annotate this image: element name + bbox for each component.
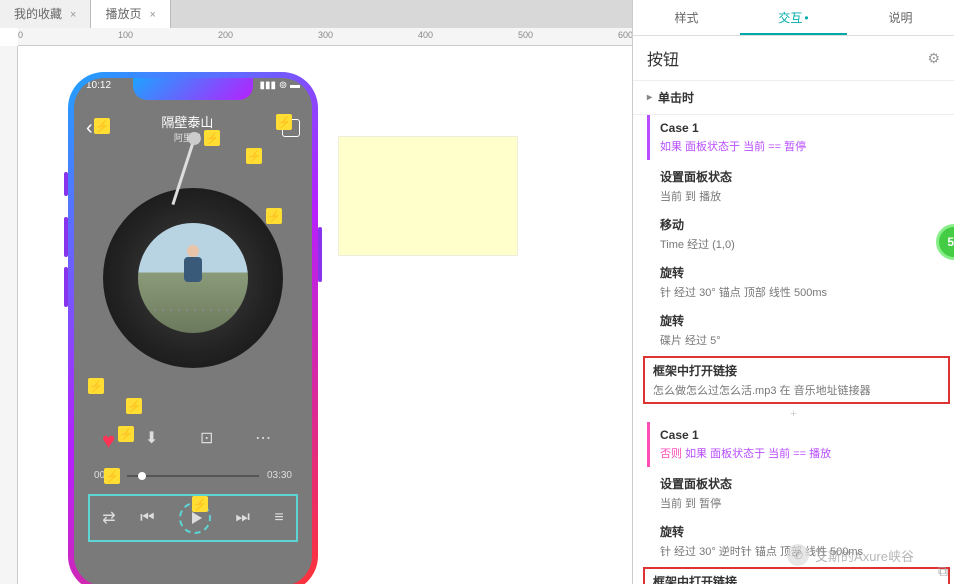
widget-type: 按钮 <box>647 46 679 70</box>
event-onclick[interactable]: 单击时 <box>633 81 954 115</box>
tab-play-page[interactable]: 播放页× <box>91 0 170 28</box>
wechat-icon: ✆ <box>787 544 809 566</box>
status-time: 10:12 <box>86 80 111 100</box>
tab-notes[interactable]: 说明 <box>847 0 954 35</box>
tab-interactions[interactable]: 交互 <box>740 0 847 35</box>
tab-style[interactable]: 样式 <box>633 0 740 35</box>
phone-side-button <box>64 267 68 307</box>
watermark: ✆ 艾斯的Axure峡谷 <box>787 544 914 566</box>
prev-icon[interactable]: ⏮ <box>140 509 154 527</box>
action-rotate[interactable]: 旋转碟片 经过 5° <box>647 306 954 354</box>
phone-notch <box>133 78 253 100</box>
person-graphic <box>184 245 202 290</box>
lightning-icon[interactable]: ⚡ <box>88 378 104 394</box>
lightning-icon[interactable]: ⚡ <box>118 426 134 442</box>
progress-thumb[interactable] <box>138 472 146 480</box>
lightning-icon[interactable]: ⚡ <box>266 208 282 224</box>
highlighted-action[interactable]: 框架中打开链接 怎么做怎么过怎么活.mp3 在 音乐地址链接器 <box>643 356 950 404</box>
action-open-link: 框架中打开链接 <box>653 362 940 379</box>
case-condition: 否则 如果 面板状态于 当前 == 播放 <box>660 445 944 461</box>
playlist-icon[interactable]: ≡ <box>274 509 283 527</box>
add-action-icon[interactable]: + <box>633 406 954 422</box>
phone-side-button <box>318 227 322 282</box>
progress-bar[interactable] <box>127 475 259 477</box>
canvas-area: 0100200300400500600 10:12 ▮▮▮ ⊚ ▬ ‹ 隔壁泰山… <box>0 28 632 584</box>
lightning-icon[interactable]: ⚡ <box>192 496 208 512</box>
ruler-horizontal: 0100200300400500600 <box>18 28 632 46</box>
ruler-vertical <box>0 46 18 584</box>
case-title: Case 1 <box>660 428 944 442</box>
download-icon[interactable]: ⬇ <box>145 428 158 448</box>
inspector-panel: 样式 交互 说明 按钮 ⚙ 单击时 Case 1 如果 面板状态于 当前 == … <box>632 0 954 584</box>
lightning-icon[interactable]: ⚡ <box>104 468 120 484</box>
action-open-link: 框架中打开链接 <box>653 573 940 584</box>
lightning-icon[interactable]: ⚡ <box>126 398 142 414</box>
tab-favorites[interactable]: 我的收藏× <box>0 0 91 28</box>
lightning-icon[interactable]: ⚡ <box>246 148 262 164</box>
lightning-icon[interactable]: ⚡ <box>94 118 110 134</box>
progress-row: 00:00 03:30 <box>94 470 292 481</box>
phone-screen: 10:12 ▮▮▮ ⊚ ▬ ‹ 隔壁泰山阿里郎 ♥ ⬇ <box>74 78 312 584</box>
highlighted-action[interactable]: 框架中打开链接 链接 在 音乐地址链接器 <box>643 567 950 584</box>
panel-heading: 按钮 ⚙ <box>633 36 954 81</box>
case-block[interactable]: Case 1 否则 如果 面板状态于 当前 == 播放 <box>647 422 954 467</box>
lightning-icon[interactable]: ⚡ <box>276 114 292 130</box>
fence-graphic <box>138 309 248 311</box>
shuffle-icon[interactable]: ⇄ <box>102 508 115 528</box>
panel-tabs: 样式 交互 说明 <box>633 0 954 36</box>
action-rotate[interactable]: 旋转针 经过 30° 锚点 顶部 线性 500ms <box>647 258 954 306</box>
action-row: ⬇ ⊡ ⋯ <box>124 428 292 448</box>
design-stage[interactable]: 10:12 ▮▮▮ ⊚ ▬ ‹ 隔壁泰山阿里郎 ♥ ⬇ <box>18 46 632 584</box>
case-block[interactable]: Case 1 如果 面板状态于 当前 == 暂停 <box>647 115 954 160</box>
next-icon[interactable]: ⏭ <box>236 509 250 527</box>
phone-side-button <box>64 217 68 257</box>
time-total: 03:30 <box>267 470 292 481</box>
album-art <box>138 223 248 333</box>
action-set-panel-state[interactable]: 设置面板状态当前 到 暂停 <box>647 469 954 517</box>
action-set-panel-state[interactable]: 设置面板状态当前 到 播放 <box>647 162 954 210</box>
sticky-note[interactable] <box>338 136 518 256</box>
status-signal-icon: ▮▮▮ ⊚ ▬ <box>260 80 300 100</box>
case-condition: 如果 面板状态于 当前 == 暂停 <box>660 138 944 154</box>
case-title: Case 1 <box>660 121 944 135</box>
settings-icon[interactable]: ⚙ <box>927 50 940 67</box>
phone-frame[interactable]: 10:12 ▮▮▮ ⊚ ▬ ‹ 隔壁泰山阿里郎 ♥ ⬇ <box>68 72 318 584</box>
close-icon[interactable]: × <box>149 9 155 21</box>
record-disc[interactable] <box>103 188 283 368</box>
phone-side-button <box>64 172 68 196</box>
comment-icon[interactable]: ⊡ <box>200 428 213 448</box>
more-icon[interactable]: ⋯ <box>255 428 271 448</box>
heart-icon[interactable]: ♥ <box>102 428 115 454</box>
back-icon[interactable]: ‹ <box>86 117 93 140</box>
action-move[interactable]: 移动Time 经过 (1,0) <box>647 210 954 258</box>
lightning-icon[interactable]: ⚡ <box>204 130 220 146</box>
copy-icon[interactable]: ⧉ <box>938 563 948 580</box>
close-icon[interactable]: × <box>70 9 76 21</box>
